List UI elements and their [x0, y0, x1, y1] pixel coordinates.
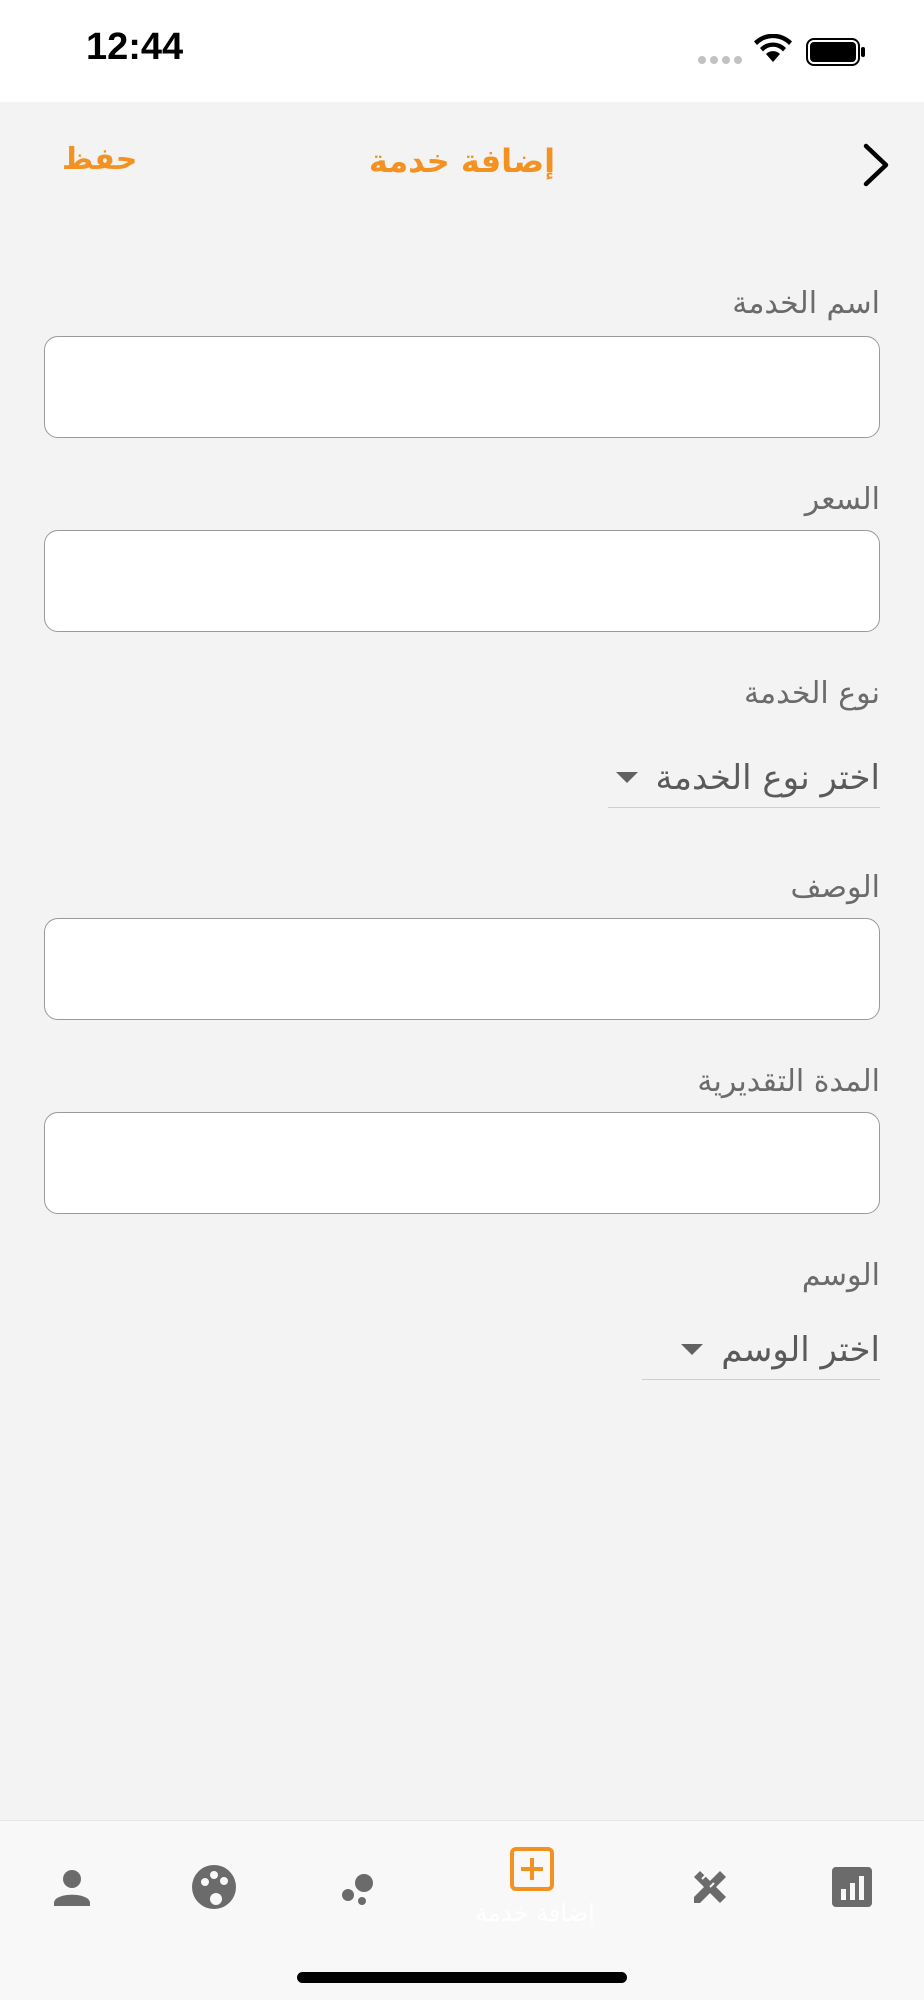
screen: 12:44 حفظ إضافة خدمة اسم الخدمة السعر نو… — [0, 0, 924, 2000]
bubbles-icon — [342, 1874, 373, 1905]
page-title: إضافة خدمة — [368, 142, 556, 180]
cellular-signal-icon — [698, 56, 742, 64]
battery-icon — [806, 38, 865, 66]
person-icon — [54, 1870, 90, 1906]
add-box-icon — [510, 1847, 554, 1891]
chart-icon — [832, 1867, 872, 1907]
description-label: الوصف — [790, 870, 880, 905]
tab-add-service-label: إضافة خدمة — [475, 1899, 595, 1927]
tab-profile[interactable] — [42, 1857, 102, 1917]
duration-label: المدة التقديرية — [697, 1064, 880, 1099]
nav-bar: حفظ إضافة خدمة — [0, 102, 924, 222]
service-type-dropdown[interactable]: اختر نوع الخدمة — [608, 748, 880, 808]
design-tools-icon — [694, 1871, 726, 1903]
description-input[interactable] — [44, 918, 880, 1020]
tab-bubbles[interactable] — [326, 1857, 386, 1917]
status-time: 12:44 — [86, 26, 184, 68]
service-name-input[interactable] — [44, 336, 880, 438]
service-name-label: اسم الخدمة — [732, 286, 880, 321]
service-type-selected: اختر نوع الخدمة — [655, 757, 880, 798]
wifi-icon — [754, 34, 792, 62]
home-indicator — [297, 1972, 627, 1983]
caret-down-icon — [615, 772, 638, 783]
tag-selected: اختر الوسم — [721, 1329, 880, 1370]
tab-design[interactable] — [680, 1857, 740, 1917]
palette-icon — [192, 1865, 236, 1909]
status-bar: 12:44 — [0, 0, 924, 102]
tag-label: الوسم — [801, 1258, 880, 1293]
tab-add-service[interactable] — [504, 1841, 560, 1897]
tab-palette[interactable] — [184, 1857, 244, 1917]
tab-statistics[interactable] — [822, 1857, 882, 1917]
price-input[interactable] — [44, 530, 880, 632]
duration-input[interactable] — [44, 1112, 880, 1214]
back-chevron-icon[interactable] — [860, 140, 892, 190]
tag-dropdown[interactable]: اختر الوسم — [642, 1320, 880, 1380]
caret-down-icon — [681, 1344, 704, 1355]
price-label: السعر — [804, 482, 880, 517]
service-type-label: نوع الخدمة — [743, 676, 880, 711]
